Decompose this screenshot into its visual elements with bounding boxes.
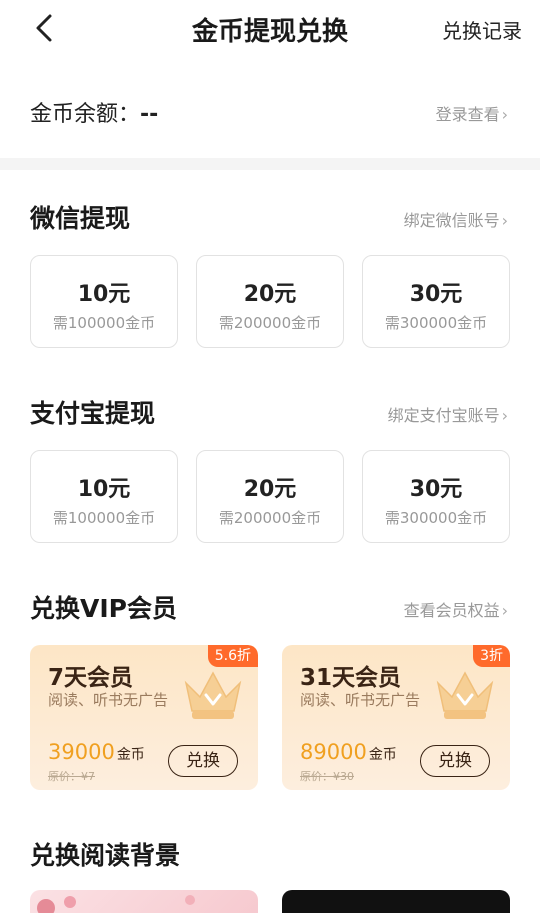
plan-price: 39000 金币 — [48, 740, 145, 764]
price-value: 89000 — [300, 740, 367, 764]
price-unit: 金币 — [368, 747, 397, 763]
section-divider — [0, 158, 540, 170]
balance-label: 金币余额： — [30, 102, 141, 127]
price-unit: 金币 — [116, 747, 145, 763]
bind-wechat-link[interactable]: 绑定微信账号 › — [404, 207, 508, 231]
plan-description: 阅读、听书无广告 — [300, 691, 421, 709]
bind-alipay-link[interactable]: 绑定支付宝账号 › — [388, 402, 508, 426]
option-cost: 需100000金币 — [52, 314, 156, 332]
coin-balance: 金币余额：-- — [30, 96, 158, 128]
wechat-option-20[interactable]: 20元 需200000金币 — [196, 255, 344, 348]
wechat-option-30[interactable]: 30元 需300000金币 — [362, 255, 510, 348]
option-amount: 10元 — [77, 477, 131, 502]
option-amount: 30元 — [409, 282, 463, 307]
background-card[interactable] — [282, 890, 510, 913]
exchange-records-link[interactable]: 兑换记录 — [442, 15, 522, 44]
original-price: 原价：¥7 — [48, 770, 95, 783]
option-amount: 20元 — [243, 477, 297, 502]
alipay-section-title: 支付宝提现 — [30, 399, 156, 428]
crown-icon — [436, 671, 494, 719]
vip-section-title: 兑换VIP会员 — [30, 594, 177, 623]
option-amount: 30元 — [409, 477, 463, 502]
original-price: 原价：¥30 — [300, 770, 354, 783]
chevron-right-icon: › — [501, 601, 508, 620]
option-cost: 需200000金币 — [218, 314, 322, 332]
alipay-option-30[interactable]: 30元 需300000金币 — [362, 450, 510, 543]
top-bar: 金币提现兑换 兑换记录 — [0, 0, 540, 58]
login-view-link[interactable]: 登录查看 › — [436, 101, 508, 125]
vip-plan-31day[interactable]: 3折 31天会员 阅读、听书无广告 89000 金币 原价：¥30 兑换 — [282, 645, 510, 790]
chevron-right-icon: › — [501, 211, 508, 230]
blossom-background-image — [37, 895, 195, 913]
option-amount: 10元 — [77, 282, 131, 307]
plan-description: 阅读、听书无广告 — [48, 691, 169, 709]
balance-value: -- — [140, 102, 159, 127]
option-cost: 需300000金币 — [384, 509, 488, 527]
login-view-label: 登录查看 — [435, 105, 500, 124]
exchange-button[interactable]: 兑换 — [168, 745, 238, 777]
chevron-right-icon: › — [501, 406, 508, 425]
view-vip-benefits-link[interactable]: 查看会员权益 › — [404, 597, 508, 621]
chevron-right-icon: › — [501, 105, 508, 124]
discount-badge: 3折 — [473, 645, 510, 667]
option-cost: 需200000金币 — [218, 509, 322, 527]
vip-plan-7day[interactable]: 5.6折 7天会员 阅读、听书无广告 39000 金币 原价：¥7 兑换 — [30, 645, 258, 790]
plan-name: 7天会员 — [48, 665, 134, 691]
alipay-option-10[interactable]: 10元 需100000金币 — [30, 450, 178, 543]
bind-alipay-label: 绑定支付宝账号 — [387, 406, 500, 425]
option-cost: 需100000金币 — [52, 509, 156, 527]
option-cost: 需300000金币 — [384, 314, 488, 332]
plan-name: 31天会员 — [300, 665, 402, 691]
wechat-option-10[interactable]: 10元 需100000金币 — [30, 255, 178, 348]
bind-wechat-label: 绑定微信账号 — [403, 211, 500, 230]
price-value: 39000 — [48, 740, 115, 764]
background-card[interactable] — [30, 890, 258, 913]
alipay-option-20[interactable]: 20元 需200000金币 — [196, 450, 344, 543]
plan-price: 89000 金币 — [300, 740, 397, 764]
wechat-section-title: 微信提现 — [30, 204, 131, 233]
backgrounds-section-title: 兑换阅读背景 — [30, 841, 181, 870]
option-amount: 20元 — [243, 282, 297, 307]
discount-badge: 5.6折 — [207, 645, 258, 667]
exchange-button[interactable]: 兑换 — [420, 745, 490, 777]
view-vip-benefits-label: 查看会员权益 — [403, 601, 500, 620]
crown-icon — [184, 671, 242, 719]
